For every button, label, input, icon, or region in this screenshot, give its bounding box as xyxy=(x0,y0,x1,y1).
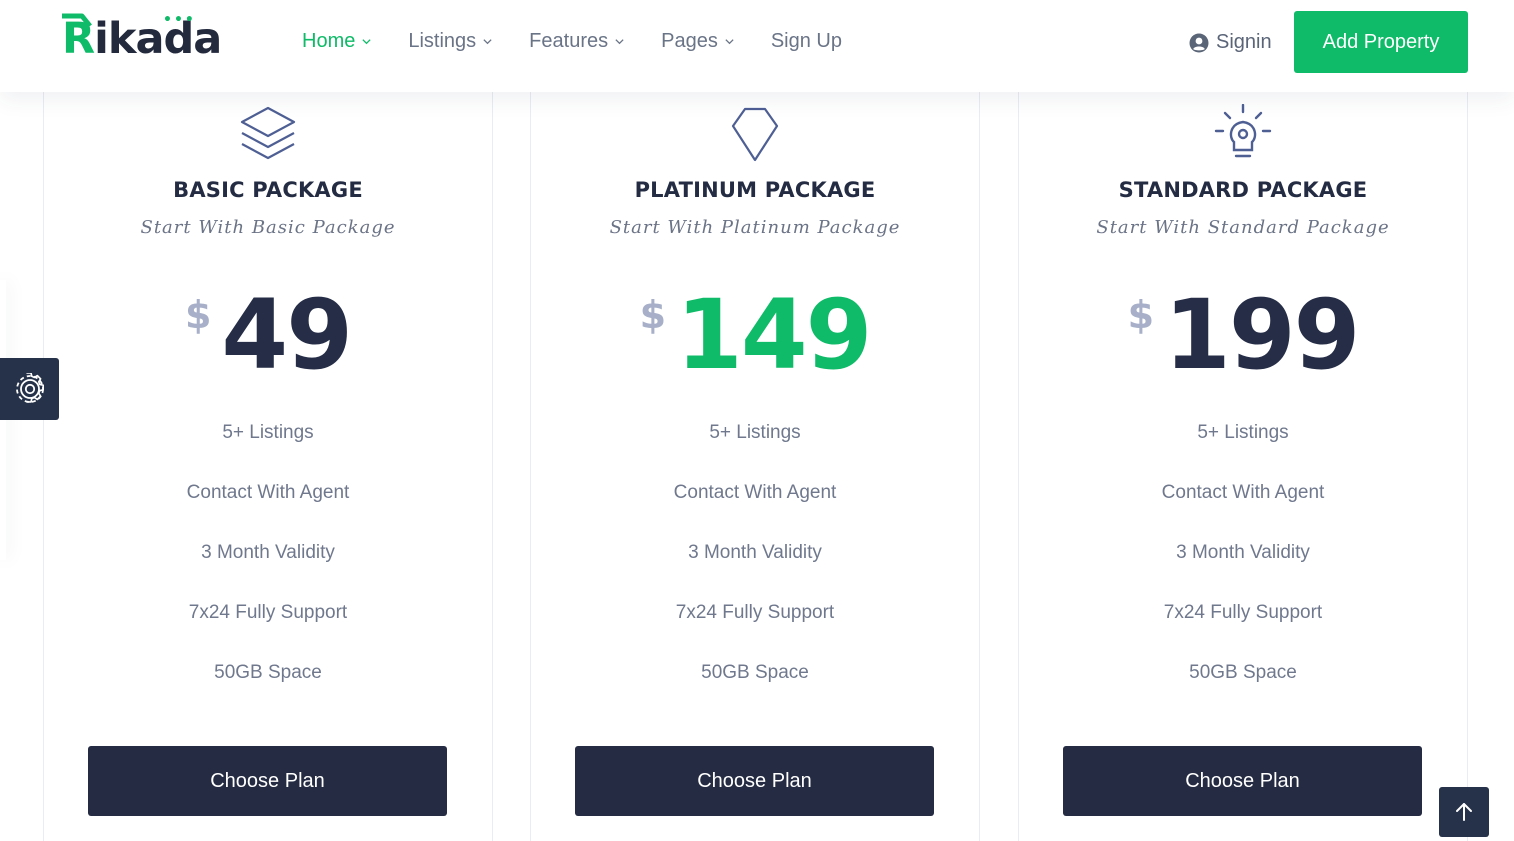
feature-item: 7x24 Fully Support xyxy=(188,602,348,623)
package-price: $ 49 xyxy=(44,285,492,385)
feature-list: 5+ Listings Contact With Agent 3 Month V… xyxy=(1019,422,1467,722)
lightbulb-icon xyxy=(1019,104,1467,164)
choose-plan-button-standard[interactable]: Choose Plan xyxy=(1063,746,1422,816)
nav-item-listings[interactable]: Listings xyxy=(408,30,493,53)
price-amount: 199 xyxy=(1164,279,1360,391)
feature-item: 3 Month Validity xyxy=(688,542,822,563)
feature-list: 5+ Listings Contact With Agent 3 Month V… xyxy=(531,422,979,722)
nav-item-label: Features xyxy=(529,30,609,52)
chevron-down-icon xyxy=(725,39,734,45)
feature-item: 7x24 Fully Support xyxy=(675,602,835,623)
main-nav: Home Listings Features Pages Sign Up xyxy=(302,30,878,53)
choose-plan-button-basic[interactable]: Choose Plan xyxy=(88,746,447,816)
feature-item: 50GB Space xyxy=(214,662,322,683)
logo-roof-icon xyxy=(62,13,92,28)
nav-item-pages[interactable]: Pages xyxy=(661,30,735,53)
feature-item: 5+ Listings xyxy=(709,422,801,443)
add-property-button[interactable]: Add Property xyxy=(1294,11,1468,73)
nav-item-label: Pages xyxy=(661,30,718,52)
chevron-down-icon xyxy=(615,39,624,45)
feature-list: 5+ Listings Contact With Agent 3 Month V… xyxy=(44,422,492,722)
package-title: PLATINUM PACKAGE xyxy=(634,178,876,202)
package-subtitle: Start With Standard Package xyxy=(1096,217,1390,238)
settings-toggle-button[interactable] xyxy=(0,358,59,420)
pricing-card-platinum: PLATINUM PACKAGE Start With Platinum Pac… xyxy=(530,60,980,841)
logo-text: Rikada ••• xyxy=(62,12,222,64)
package-subtitle: Start With Basic Package xyxy=(140,217,396,238)
currency-symbol: $ xyxy=(184,293,212,337)
feature-item: Contact With Agent xyxy=(186,482,350,503)
price-amount: 149 xyxy=(676,279,872,391)
choose-plan-button-platinum[interactable]: Choose Plan xyxy=(575,746,934,816)
currency-symbol: $ xyxy=(1127,293,1155,337)
nav-item-label: Listings xyxy=(408,30,477,52)
package-subtitle: Start With Platinum Package xyxy=(609,217,901,238)
feature-item: 50GB Space xyxy=(701,662,809,683)
chevron-down-icon xyxy=(362,39,371,45)
pricing-card-basic: BASIC PACKAGE Start With Basic Package $… xyxy=(43,60,493,841)
diamond-icon xyxy=(531,104,979,164)
nav-item-label: Sign Up xyxy=(770,30,842,52)
pricing-card-standard: STANDARD PACKAGE Start With Standard Pac… xyxy=(1018,60,1468,841)
currency-symbol: $ xyxy=(639,293,667,337)
nav-item-features[interactable]: Features xyxy=(529,30,625,53)
scroll-to-top-button[interactable] xyxy=(1439,787,1489,837)
feature-item: 3 Month Validity xyxy=(1176,542,1310,563)
signin-label: Signin xyxy=(1216,31,1272,53)
signin-link[interactable]: Signin xyxy=(1189,31,1272,54)
feature-item: 5+ Listings xyxy=(1197,422,1289,443)
price-amount: 49 xyxy=(221,279,353,391)
brand-logo[interactable]: Rikada ••• xyxy=(62,12,222,64)
user-circle-icon xyxy=(1189,33,1209,52)
package-price: $ 199 xyxy=(1019,285,1467,385)
nav-item-label: Home xyxy=(302,30,356,52)
logo-dots-icon: ••• xyxy=(163,12,196,28)
feature-item: 3 Month Validity xyxy=(201,542,335,563)
feature-item: Contact With Agent xyxy=(1161,482,1325,503)
nav-item-sign-up[interactable]: Sign Up xyxy=(771,30,842,53)
feature-item: 7x24 Fully Support xyxy=(1163,602,1323,623)
feature-item: Contact With Agent xyxy=(673,482,837,503)
arrow-up-icon xyxy=(1456,803,1472,821)
package-title: BASIC PACKAGE xyxy=(173,178,363,202)
pricing-section: BASIC PACKAGE Start With Basic Package $… xyxy=(0,0,1514,841)
feature-item: 50GB Space xyxy=(1189,662,1297,683)
gear-icon xyxy=(15,373,44,403)
package-price: $ 149 xyxy=(531,285,979,385)
layers-icon xyxy=(44,104,492,164)
side-panel-edge xyxy=(0,280,6,560)
site-header: Rikada ••• Home Listings Features Pages … xyxy=(0,0,1514,92)
package-title: STANDARD PACKAGE xyxy=(1118,178,1368,202)
chevron-down-icon xyxy=(483,39,492,45)
feature-item: 5+ Listings xyxy=(222,422,314,443)
nav-item-home[interactable]: Home xyxy=(302,30,372,53)
